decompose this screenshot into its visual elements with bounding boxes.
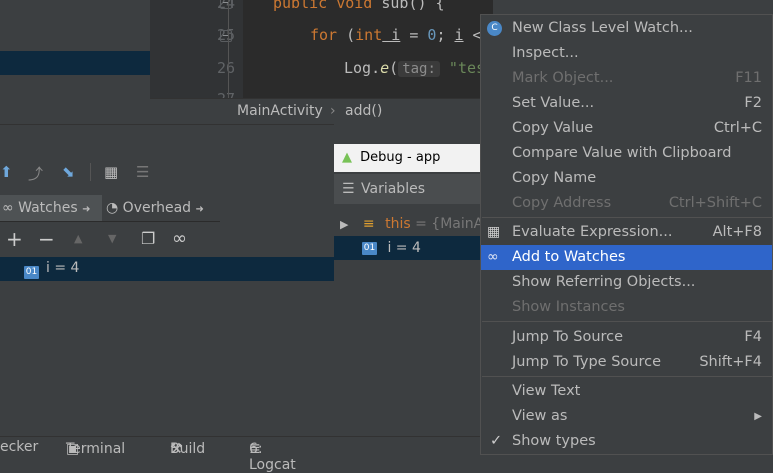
menu-separator (482, 321, 772, 322)
add-watch-button[interactable]: + (6, 227, 23, 251)
breadcrumb-separator: › (330, 103, 336, 119)
menu-item-evaluate-expression[interactable]: ▦ Evaluate Expression... Alt+F8 (481, 220, 772, 245)
fold-guide (228, 0, 229, 100)
menu-separator (482, 376, 772, 377)
field-icon: ≡ (362, 216, 375, 232)
context-menu: C New Class Level Watch... Inspect... Ma… (480, 14, 773, 455)
primitive-type-icon: 01 (362, 241, 377, 255)
menu-item-show-instances[interactable]: Show Instances (481, 295, 772, 320)
submenu-arrow-icon: ▶ (754, 411, 762, 422)
menu-item-jump-to-source[interactable]: Jump To Source F4 (481, 325, 772, 350)
variable-row-i[interactable]: 01 i = 4 (334, 236, 494, 260)
menu-item-view-as[interactable]: View as ▶ (481, 404, 772, 429)
project-pane-selection[interactable] (0, 51, 150, 75)
code-line: Log.e(tag: "tes (344, 59, 486, 77)
evaluate-icon[interactable]: ▦ (104, 163, 118, 181)
watches-toolbar: + − ▲ ▼ ❐ ∞ (0, 225, 334, 255)
watch-glasses-icon: ∞ (487, 249, 499, 265)
remove-watch-button[interactable]: − (38, 227, 55, 251)
tool-tab-checker[interactable]: ecker (0, 439, 38, 455)
debug-window-title[interactable]: ▲ Debug - app (334, 144, 494, 172)
menu-item-new-class-level-watch[interactable]: C New Class Level Watch... (481, 16, 772, 41)
menu-item-set-value[interactable]: Set Value... F2 (481, 91, 772, 116)
toolbar-divider (90, 163, 91, 181)
tool-window-bar: ecker ▣ Terminal ⚒ Build ≣ 6: Logcat (0, 436, 480, 473)
menu-item-add-to-watches[interactable]: ∞ Add to Watches (481, 245, 772, 270)
gauge-icon: ◔ (106, 200, 119, 216)
calculator-icon: ▦ (487, 224, 501, 240)
drop-frame-icon[interactable]: ⤴ (28, 163, 43, 184)
move-down-button[interactable]: ▼ (108, 232, 116, 245)
step-out-icon[interactable]: ⬆ (0, 163, 13, 181)
debugger-panel: ⬆ ⤴ ⬊ ▦ ☰ ∞ Watches ➜ ◔ Overhead ➜ + − ▲… (0, 124, 334, 437)
parameter-hint: tag: (398, 61, 440, 77)
primitive-type-icon: 01 (24, 266, 39, 279)
menu-item-copy-name[interactable]: Copy Name (481, 166, 772, 191)
variables-header[interactable]: ☰ Variables (334, 174, 494, 204)
menu-item-copy-address[interactable]: Copy Address Ctrl+Shift+C (481, 191, 772, 216)
code-line: for (int i = 0; i < (310, 26, 482, 44)
glasses-icon: ∞ (2, 200, 14, 216)
android-icon: ▲ (342, 150, 352, 165)
run-to-cursor-icon[interactable]: ⬊ (62, 163, 75, 181)
move-up-button[interactable]: ▲ (74, 232, 82, 245)
menu-item-copy-value[interactable]: Copy Value Ctrl+C (481, 116, 772, 141)
breadcrumb-method[interactable]: add() (345, 103, 382, 119)
pin-icon: ➜ (82, 204, 91, 215)
debug-app-window: ▲ Debug - app ☰ Variables ▶ ≡ this = {Ma… (334, 144, 494, 436)
line-number: 26 (216, 59, 235, 77)
glasses-icon[interactable]: ∞ (172, 228, 187, 249)
watch-item-text: i = 4 (46, 260, 80, 276)
expand-arrow-icon[interactable]: ▶ (340, 218, 348, 231)
breadcrumb: MainActivity › add() (150, 98, 493, 125)
menu-item-mark-object[interactable]: Mark Object... F11 (481, 66, 772, 91)
breadcrumb-class[interactable]: MainActivity (237, 103, 323, 119)
fold-marker-icon[interactable] (220, 30, 232, 42)
watch-item[interactable]: 01 i = 4 (0, 257, 334, 281)
debugger-tabs: ∞ Watches ➜ ◔ Overhead ➜ (0, 195, 220, 222)
menu-separator (482, 217, 772, 218)
list-icon: ☰ (342, 181, 355, 197)
menu-item-jump-to-type-source[interactable]: Jump To Type Source Shift+F4 (481, 350, 772, 375)
pin-icon: ➜ (195, 204, 204, 215)
copy-icon[interactable]: ❐ (141, 229, 155, 248)
trace-icon[interactable]: ☰ (136, 163, 149, 181)
tab-overhead[interactable]: ◔ Overhead ➜ (106, 195, 218, 221)
class-watch-icon: C (487, 21, 502, 36)
fold-marker-icon[interactable] (220, 0, 232, 9)
menu-item-inspect[interactable]: Inspect... (481, 41, 772, 66)
checkmark-icon: ✓ (490, 433, 503, 449)
code-line: public void sub() { (273, 0, 445, 12)
tab-watches[interactable]: ∞ Watches ➜ (0, 195, 102, 221)
project-pane (0, 0, 150, 124)
menu-item-compare-clipboard[interactable]: Compare Value with Clipboard (481, 141, 772, 166)
watch-list-empty (0, 281, 334, 437)
menu-item-show-referring-objects[interactable]: Show Referring Objects... (481, 270, 772, 295)
menu-item-view-text[interactable]: View Text (481, 379, 772, 404)
menu-item-show-types[interactable]: ✓ Show types (481, 429, 772, 454)
variable-row-this[interactable]: ▶ ≡ this = {MainAc (334, 212, 494, 236)
